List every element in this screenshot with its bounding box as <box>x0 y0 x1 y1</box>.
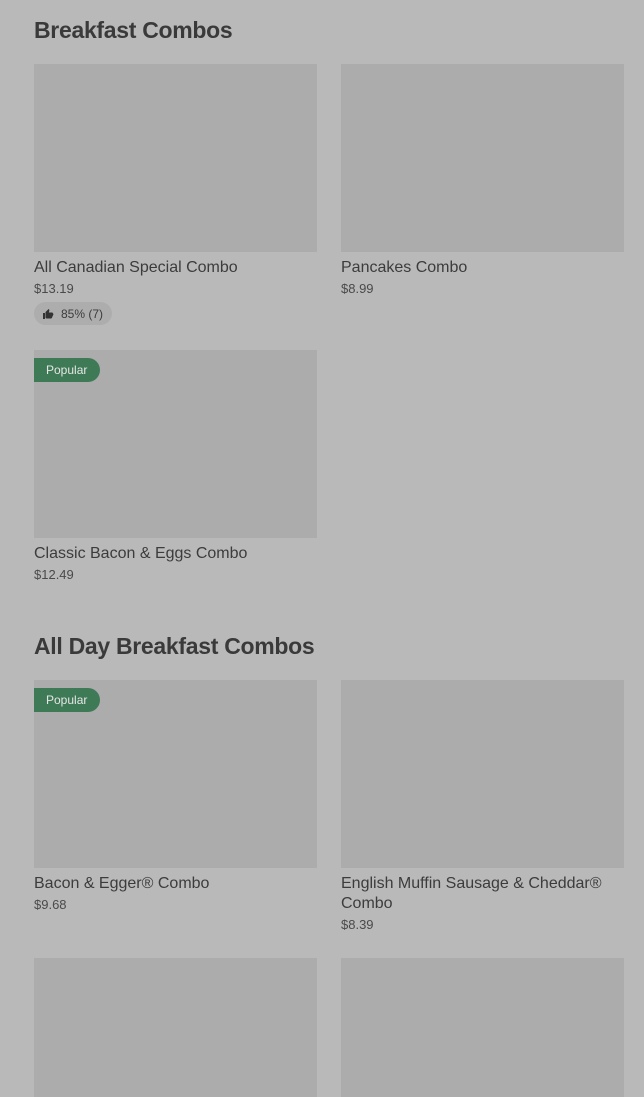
menu-item-price: $9.68 <box>34 897 67 912</box>
menu-item-card[interactable]: English Muffin Sausage & Cheddar® Combo … <box>341 680 624 933</box>
popular-badge: Popular <box>34 688 101 712</box>
menu-item-name[interactable]: English Muffin Sausage & Cheddar® Combo <box>341 874 624 914</box>
menu-item-image[interactable]: Popular <box>34 350 317 538</box>
menu-item-name[interactable]: All Canadian Special Combo <box>34 258 317 278</box>
menu-item-name[interactable]: Bacon & Egger® Combo <box>34 874 317 894</box>
menu-item-name[interactable]: Pancakes Combo <box>341 258 624 278</box>
menu-item-card[interactable]: Popular Classic Bacon & Eggs Combo $12.4… <box>34 350 317 583</box>
menu-item-name[interactable]: Classic Bacon & Eggs Combo <box>34 544 317 564</box>
menu-item-image[interactable] <box>341 958 624 1097</box>
menu-item-image[interactable] <box>34 64 317 252</box>
menu-item-image[interactable] <box>341 680 624 868</box>
menu-item-price: $13.19 <box>34 281 74 296</box>
menu-item-card[interactable] <box>34 958 317 1097</box>
menu-item-card[interactable] <box>341 958 624 1097</box>
menu-item-image[interactable]: Popular <box>34 680 317 868</box>
rating-text: 85% (7) <box>61 306 104 321</box>
menu-item-card[interactable]: Popular Bacon & Egger® Combo $9.68 <box>34 680 317 913</box>
thumbs-up-icon <box>42 308 54 320</box>
menu-item-image[interactable] <box>34 958 317 1097</box>
menu-item-price: $8.99 <box>341 281 374 296</box>
section-title-breakfast-combos: Breakfast Combos <box>34 17 233 43</box>
menu-item-image[interactable] <box>341 64 624 252</box>
menu-item-card[interactable]: All Canadian Special Combo $13.19 85% (7… <box>34 64 317 325</box>
menu-item-price: $8.39 <box>341 917 374 932</box>
popular-badge: Popular <box>34 358 101 382</box>
rating-badge: 85% (7) <box>34 302 113 325</box>
menu-item-price: $12.49 <box>34 567 74 582</box>
section-title-all-day-breakfast-combos: All Day Breakfast Combos <box>34 633 315 659</box>
menu-item-card[interactable]: Pancakes Combo $8.99 <box>341 64 624 297</box>
